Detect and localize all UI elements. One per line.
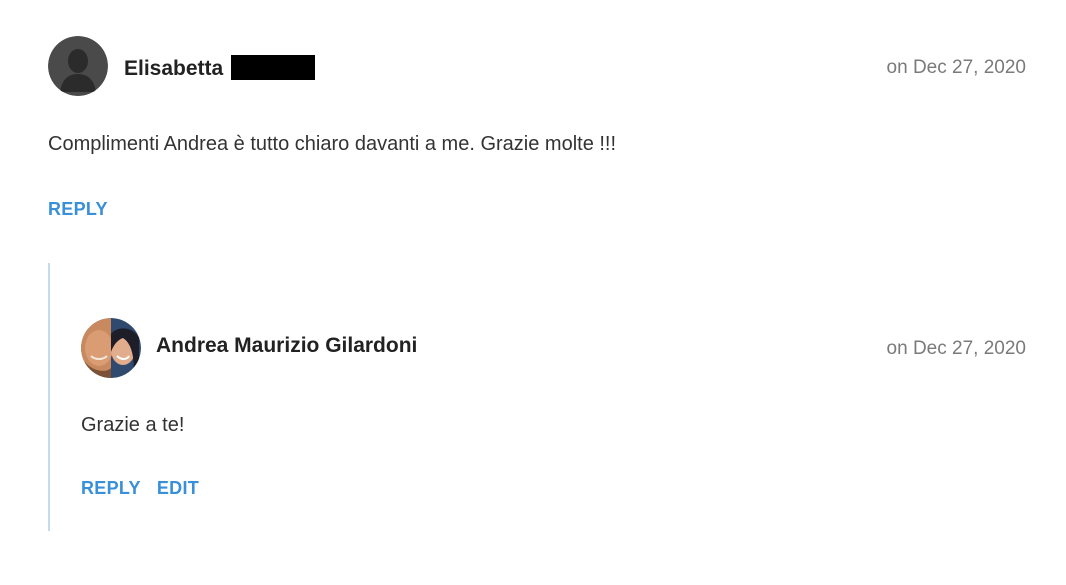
redacted-surname <box>231 55 316 80</box>
comment-actions: REPLY EDIT <box>81 478 215 499</box>
comment-date: on Dec 27, 2020 <box>886 57 1026 78</box>
comment: Elisabetta on Dec 27, 2020 Complimenti A… <box>48 36 1026 219</box>
default-user-icon <box>48 36 108 96</box>
comment-date: on Dec 27, 2020 <box>886 338 1026 359</box>
author-name: Elisabetta <box>124 57 224 80</box>
avatar[interactable] <box>81 318 141 378</box>
comment-text: Complimenti Andrea è tutto chiaro davant… <box>48 133 617 155</box>
comment-header: Andrea Maurizio Gilardoni on Dec 27, 202… <box>81 318 1026 380</box>
user-photo-avatar <box>81 318 141 378</box>
comment-author[interactable]: Andrea Maurizio Gilardoni <box>156 334 417 358</box>
reply-thread-line <box>48 263 50 531</box>
reply-button[interactable]: REPLY <box>81 478 141 498</box>
reply-button[interactable]: REPLY <box>48 199 108 219</box>
comment-reply: Andrea Maurizio Gilardoni on Dec 27, 202… <box>81 318 1026 498</box>
comment-text: Grazie a te! <box>81 414 185 436</box>
avatar[interactable] <box>48 36 108 96</box>
comment-header: Elisabetta on Dec 27, 2020 <box>48 36 1026 98</box>
comment-actions: REPLY <box>48 199 124 220</box>
edit-button[interactable]: EDIT <box>157 478 199 498</box>
comment-author[interactable]: Elisabetta <box>124 55 316 81</box>
